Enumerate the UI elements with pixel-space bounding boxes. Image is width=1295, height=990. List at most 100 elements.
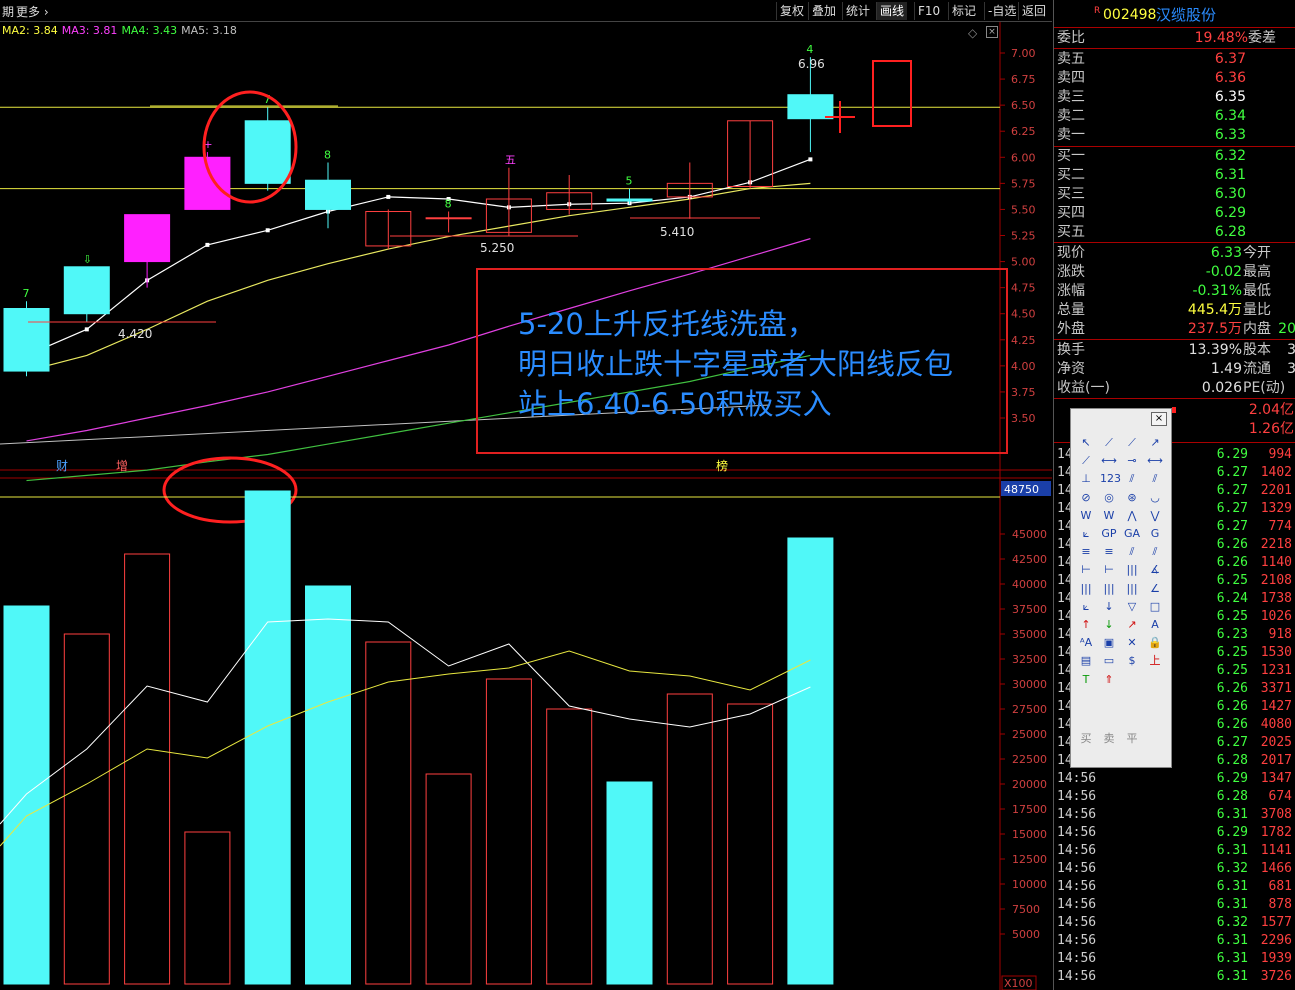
down-arrow-icon[interactable]: ↓ xyxy=(1100,599,1118,615)
ma-dot xyxy=(84,327,89,332)
wave-icon[interactable]: W xyxy=(1077,508,1095,524)
drawing-toolbox[interactable]: × ↖ ⟋ ⟋ ↗ ⟋ ⟷ ⊸ ⟷ ⊥ 123 ⫽ ⫽ ⊘ ◎ ⊛ ◡ W W ⋀ ⋁ ⟀ GP GA G ≡ ≡ ⫽ ⫽ ⊢ ⊢ ||| ∡… xyxy=(1070,408,1172,768)
price-annotation: 6.96 xyxy=(798,57,825,71)
lines3-icon[interactable]: ||| xyxy=(1123,581,1141,597)
buy-price: 6.30 xyxy=(1214,186,1246,202)
candle-label: 5 xyxy=(626,175,633,188)
ma-dot xyxy=(808,157,813,162)
speed-icon[interactable]: ∠ xyxy=(1146,581,1164,597)
close-icon[interactable]: × xyxy=(1151,412,1167,426)
volume-tick-label: 27500 xyxy=(1012,703,1047,716)
levels-icon[interactable]: ≡ xyxy=(1077,544,1095,560)
text-icon[interactable]: A xyxy=(1146,617,1164,633)
volume-ma-line xyxy=(0,650,811,847)
fib-123-icon[interactable]: 123 xyxy=(1100,471,1121,487)
volume-tick-label: 20000 xyxy=(1012,778,1047,791)
gp-icon[interactable]: GP xyxy=(1100,526,1118,542)
cursor-icon[interactable]: ↖ xyxy=(1077,435,1095,451)
zigzag-icon[interactable]: ⋀ xyxy=(1123,508,1141,524)
chart-canvas[interactable]: 7.00 6.75 6.50 6.25 6.00 5.75 5.50 5.25 5.00 4.75… xyxy=(0,0,1052,990)
quote-label2: 量比 xyxy=(1243,302,1271,318)
hline2-icon[interactable]: ⟷ xyxy=(1146,453,1164,469)
segment-icon[interactable]: ⟋ xyxy=(1077,453,1095,469)
flat-icon[interactable]: ⇑ xyxy=(1100,672,1118,688)
volume-bar xyxy=(244,490,291,985)
tick-volume: 1140 xyxy=(1260,555,1292,570)
ruler-icon[interactable]: ▭ xyxy=(1100,653,1118,669)
lock-icon[interactable]: 🔒 xyxy=(1146,635,1164,651)
tick-volume: 774 xyxy=(1268,519,1292,534)
cross-icon[interactable]: ✕ xyxy=(1123,635,1141,651)
levels2-icon[interactable]: ≡ xyxy=(1100,544,1118,560)
buy-price: 6.32 xyxy=(1214,148,1246,164)
gann-icon[interactable]: ⫽ xyxy=(1123,544,1141,560)
candle-body xyxy=(63,266,110,315)
angle-icon[interactable]: ∡ xyxy=(1146,562,1164,578)
box-icon[interactable]: ▣ xyxy=(1100,635,1118,651)
volume-tick-label: 17500 xyxy=(1012,803,1047,816)
ray-icon[interactable]: ⟋ xyxy=(1123,435,1141,451)
quote-label: 涨跌 xyxy=(1057,264,1085,280)
circle-line-icon[interactable]: ⊘ xyxy=(1077,490,1095,506)
toolbox-trade-1[interactable]: 卖 xyxy=(1100,731,1118,747)
volume-tick-label: 12500 xyxy=(1012,853,1047,866)
sell-icon[interactable]: T xyxy=(1077,672,1095,688)
up-arrow-icon[interactable]: ↗ xyxy=(1123,617,1141,633)
ga-icon[interactable]: GA xyxy=(1123,526,1141,542)
vline-icon[interactable]: ⊥ xyxy=(1077,471,1095,487)
price-tick-label: 4.00 xyxy=(1011,360,1036,373)
channel-icon[interactable]: ⫽ xyxy=(1146,471,1164,487)
price-tick-label: 5.75 xyxy=(1011,177,1036,190)
tick-price: 6.31 xyxy=(1216,807,1248,822)
down-green-icon[interactable]: ↓ xyxy=(1100,617,1118,633)
tick-volume: 1530 xyxy=(1260,645,1292,660)
buy-icon[interactable]: 上 xyxy=(1146,653,1164,669)
bars3-icon[interactable]: ||| xyxy=(1123,562,1141,578)
fund-label2: 流通 xyxy=(1243,361,1271,377)
rect-icon[interactable]: □ xyxy=(1146,599,1164,615)
toolbox-trade-0[interactable]: 买 xyxy=(1077,731,1095,747)
tick-volume: 1738 xyxy=(1260,591,1292,606)
g-icon[interactable]: G xyxy=(1146,526,1164,542)
bars2-icon[interactable]: ⊢ xyxy=(1100,562,1118,578)
note-icon[interactable]: ▤ xyxy=(1077,653,1095,669)
buy-label: 买一 xyxy=(1057,148,1085,164)
money-icon[interactable]: $ xyxy=(1123,653,1141,669)
hline-icon[interactable]: ⟷ xyxy=(1100,453,1118,469)
candle-body xyxy=(425,217,472,220)
hray-icon[interactable]: ⊸ xyxy=(1123,453,1141,469)
lines2-icon[interactable]: ||| xyxy=(1100,581,1118,597)
volume-tick-label: 42500 xyxy=(1012,553,1047,566)
price-annotation: 5.410 xyxy=(660,225,694,239)
fan-icon[interactable]: ⟀ xyxy=(1077,526,1095,542)
candle-body xyxy=(305,179,351,210)
tick-time: 14:56 xyxy=(1057,771,1097,786)
arrow-line-icon[interactable]: ↗ xyxy=(1146,435,1164,451)
volume-tick-label: 5000 xyxy=(1012,928,1040,941)
arc-icon[interactable]: ◡ xyxy=(1146,490,1164,506)
annotation-box[interactable]: 5-20上升反托线洗盘， 明日收止跌十字星或者大阳线反包 站上6.40-6.50… xyxy=(476,268,1008,454)
fan2-icon[interactable]: ⟀ xyxy=(1077,599,1095,615)
zigzag2-icon[interactable]: ⋁ xyxy=(1146,508,1164,524)
bars-icon[interactable]: ⊢ xyxy=(1077,562,1095,578)
up-red-icon[interactable]: ↑ xyxy=(1077,617,1095,633)
text2-icon[interactable]: ᴬA xyxy=(1077,635,1095,651)
candle-label: ⇩ xyxy=(83,253,92,266)
candle-label: 五 xyxy=(505,154,516,167)
wave2-icon[interactable]: W xyxy=(1100,508,1118,524)
lines-icon[interactable]: ||| xyxy=(1077,581,1095,597)
circle-icon[interactable]: ◎ xyxy=(1100,490,1118,506)
sell-level-row: 卖五 6.37 xyxy=(1054,50,1295,69)
kline-chart-area[interactable]: 期 更多 › 复权 叠加 统计 画线 F10 标记 -自选 返回 MA2: 3.84 MA3: … xyxy=(0,0,1052,990)
gann2-icon[interactable]: ⫽ xyxy=(1146,544,1164,560)
line-icon[interactable]: ⟋ xyxy=(1100,435,1118,451)
toolbox-trade-2[interactable]: 平 xyxy=(1123,731,1141,747)
quote-label2: 今开 xyxy=(1243,245,1271,261)
tick-price: 6.26 xyxy=(1216,537,1248,552)
cycle-icon[interactable]: ⊛ xyxy=(1123,490,1141,506)
triangle-icon[interactable]: ▽ xyxy=(1123,599,1141,615)
tick-price: 6.32 xyxy=(1216,915,1248,930)
price-tick-label: 6.25 xyxy=(1011,125,1036,138)
price-tick-label: 4.50 xyxy=(1011,308,1036,321)
parallel-icon[interactable]: ⫽ xyxy=(1123,471,1141,487)
